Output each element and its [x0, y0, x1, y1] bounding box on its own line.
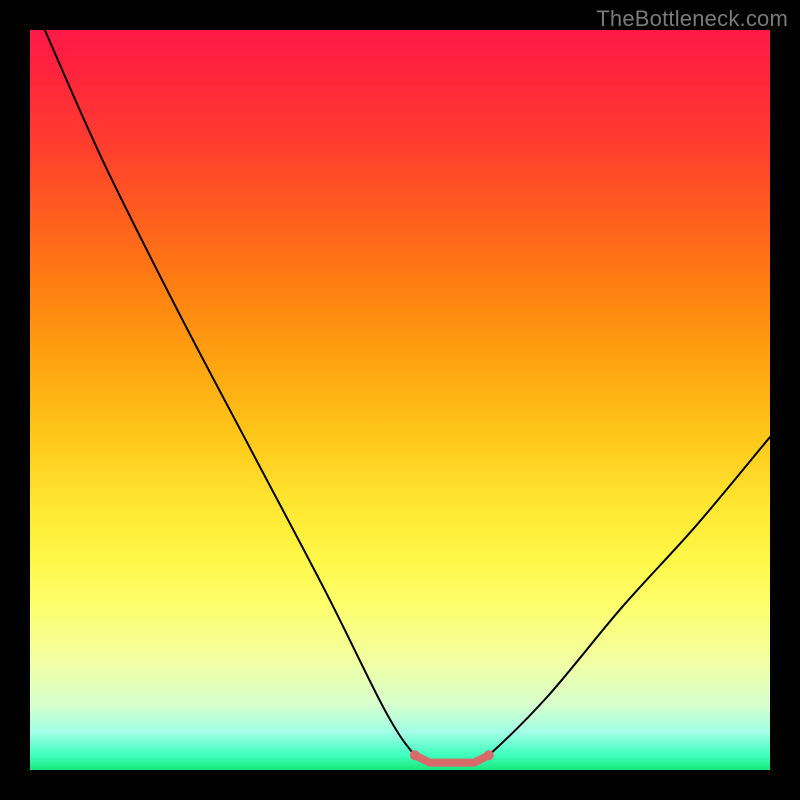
watermark-text: TheBottleneck.com [596, 6, 788, 32]
plot-area [30, 30, 770, 770]
highlight-start-cap [410, 750, 420, 760]
chart-frame: TheBottleneck.com [0, 0, 800, 800]
optimal-range-highlight [415, 755, 489, 763]
curve-layer [30, 30, 770, 770]
bottleneck-curve [45, 30, 770, 764]
highlight-end-cap [484, 750, 494, 760]
